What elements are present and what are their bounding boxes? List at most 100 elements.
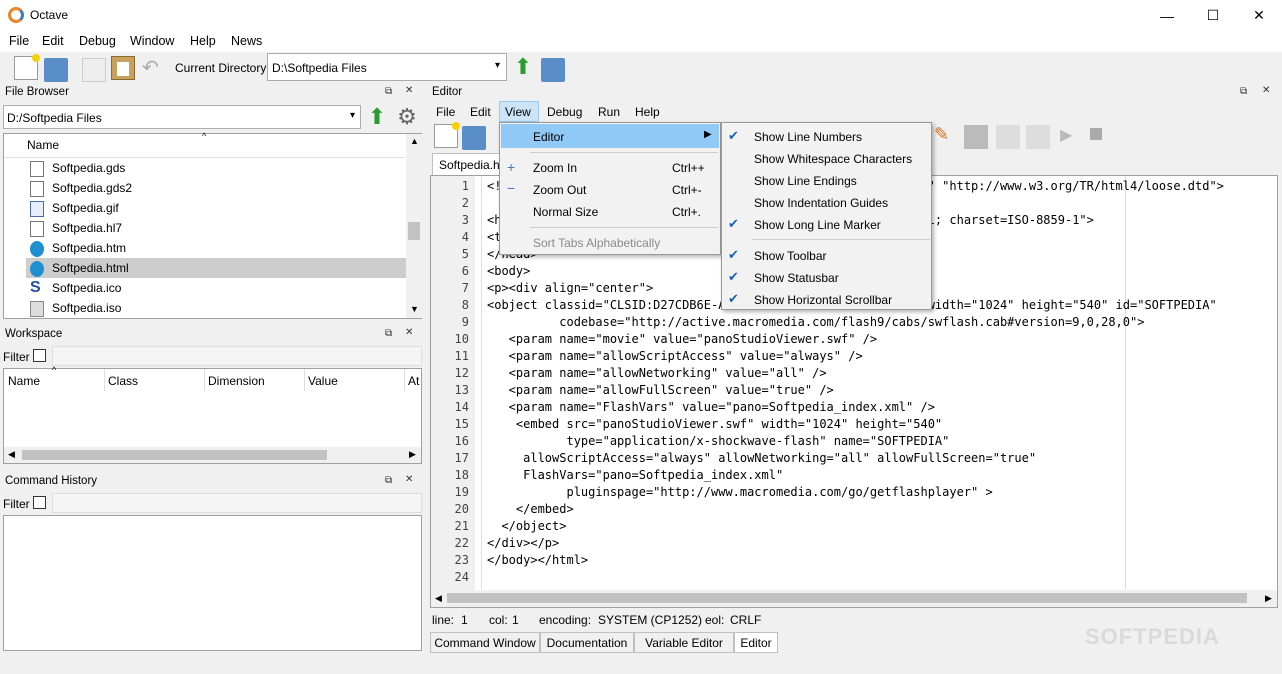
- check-icon: ✔: [728, 291, 739, 306]
- check-icon: ✔: [728, 269, 739, 284]
- editor-menu-help[interactable]: Help: [635, 105, 660, 119]
- line-number: 7: [461, 281, 469, 295]
- file-row[interactable]: Softpedia.htm: [26, 238, 408, 258]
- file-list-scrollbar[interactable]: ▲ ▼: [406, 134, 422, 318]
- editor-submenu-item[interactable]: Show Horizontal Scrollbar: [754, 293, 892, 307]
- workspace-filter-checkbox[interactable]: [33, 349, 46, 362]
- file-row[interactable]: Softpedia.html: [26, 258, 408, 278]
- ws-col-dimension[interactable]: Dimension: [208, 374, 265, 388]
- ws-col-value[interactable]: Value: [308, 374, 338, 388]
- line-number: 24: [454, 570, 469, 584]
- status-line-label: line:: [432, 613, 455, 627]
- file-row[interactable]: Softpedia.iso: [26, 298, 408, 318]
- clear-breakpoint-icon[interactable]: ✎: [934, 124, 958, 148]
- file-row[interactable]: Softpedia.gds: [26, 158, 408, 178]
- menu-debug[interactable]: Debug: [79, 34, 116, 48]
- code-line: <param name="allowNetworking" value="all…: [487, 366, 827, 380]
- stop-icon[interactable]: [1090, 128, 1102, 140]
- close-button[interactable]: ✕: [1236, 0, 1282, 31]
- file-name: Softpedia.html: [52, 261, 129, 275]
- ws-col-name[interactable]: Name: [8, 374, 40, 388]
- up-directory-icon[interactable]: ⬆: [511, 56, 535, 80]
- view-menu-editor[interactable]: Editor: [533, 130, 564, 144]
- step-icon[interactable]: [996, 125, 1020, 149]
- editor-menu-view[interactable]: View: [505, 105, 531, 119]
- editor-submenu-item[interactable]: Show Long Line Marker: [754, 218, 881, 232]
- edge-icon: [30, 261, 44, 277]
- minimize-button[interactable]: —: [1144, 0, 1190, 31]
- undock-icon[interactable]: ⧉: [1240, 86, 1247, 97]
- next-breakpoint-icon[interactable]: [964, 125, 988, 149]
- ws-col-class[interactable]: Class: [108, 374, 138, 388]
- menu-file[interactable]: File: [9, 34, 29, 48]
- editor-menu-run[interactable]: Run: [598, 105, 620, 119]
- undock-icon[interactable]: ⧉: [385, 475, 392, 486]
- editor-submenu-item[interactable]: Show Whitespace Characters: [754, 152, 912, 166]
- view-menu-zoom-in[interactable]: Zoom In: [533, 161, 577, 175]
- copy-icon[interactable]: [82, 58, 106, 82]
- ws-col-attr[interactable]: At: [408, 374, 419, 388]
- editor-menu-file[interactable]: File: [436, 105, 455, 119]
- code-line: </body></html>: [487, 553, 589, 567]
- undo-icon[interactable]: ↶: [142, 57, 166, 81]
- undock-icon[interactable]: ⧉: [385, 86, 392, 97]
- tab-command-window[interactable]: Command Window: [430, 632, 540, 653]
- view-menu-normal-size[interactable]: Normal Size: [533, 205, 598, 219]
- close-panel-icon[interactable]: ✕: [405, 85, 413, 96]
- file-name: Softpedia.htm: [52, 241, 127, 255]
- close-panel-icon[interactable]: ✕: [1262, 85, 1270, 96]
- menu-window[interactable]: Window: [130, 34, 174, 48]
- column-name[interactable]: Name: [27, 138, 59, 152]
- open-folder-icon[interactable]: [44, 58, 68, 82]
- line-number: 14: [454, 400, 469, 414]
- gear-icon[interactable]: ⚙: [395, 106, 419, 130]
- editor-hscrollbar[interactable]: ◀ ▶: [431, 590, 1277, 607]
- continue-icon[interactable]: ▶: [1060, 125, 1084, 149]
- step-out-icon[interactable]: [1026, 125, 1050, 149]
- undock-icon[interactable]: ⧉: [385, 328, 392, 339]
- editor-submenu-item[interactable]: Show Line Numbers: [754, 130, 862, 144]
- paste-icon[interactable]: [111, 56, 135, 80]
- browse-folder-icon[interactable]: [541, 58, 565, 82]
- editor-submenu: ✔ Show Line Numbers Show Whitespace Charac…: [721, 122, 932, 310]
- menu-edit[interactable]: Edit: [42, 34, 64, 48]
- file-browser-path-combo[interactable]: D:/Softpedia Files ▾: [3, 105, 361, 129]
- up-directory-icon[interactable]: ⬆: [365, 106, 389, 130]
- softpedia-icon: S: [30, 279, 41, 296]
- workspace-hscrollbar[interactable]: ◀ ▶: [4, 447, 421, 463]
- view-menu-zoom-out[interactable]: Zoom Out: [533, 183, 586, 197]
- view-menu-sort-tabs[interactable]: Sort Tabs Alphabetically: [533, 236, 660, 250]
- new-file-icon[interactable]: [434, 122, 460, 148]
- menu-news[interactable]: News: [231, 34, 262, 48]
- editor-submenu-item[interactable]: Show Indentation Guides: [754, 196, 888, 210]
- current-dir-combo[interactable]: D:\Softpedia Files ▾: [267, 53, 507, 81]
- new-file-icon[interactable]: [14, 54, 40, 80]
- editor-menu-debug[interactable]: Debug: [547, 105, 582, 119]
- file-icon: [30, 161, 44, 177]
- tab-editor[interactable]: Editor: [734, 632, 778, 653]
- editor-submenu-item[interactable]: Show Statusbar: [754, 271, 839, 285]
- command-history-list[interactable]: [3, 515, 422, 651]
- close-panel-icon[interactable]: ✕: [405, 474, 413, 485]
- line-number: 9: [461, 315, 469, 329]
- editor-file-tab[interactable]: Softpedia.ht: [432, 153, 503, 175]
- history-filter-input[interactable]: [52, 493, 422, 513]
- fold-margin: [481, 176, 482, 590]
- file-row[interactable]: Softpedia.gds2: [26, 178, 408, 198]
- editor-menu-edit[interactable]: Edit: [470, 105, 491, 119]
- check-icon: ✔: [728, 247, 739, 262]
- workspace-filter-input[interactable]: [52, 346, 422, 366]
- history-filter-checkbox[interactable]: [33, 496, 46, 509]
- open-folder-icon[interactable]: [462, 126, 486, 150]
- tab-documentation[interactable]: Documentation: [540, 632, 634, 653]
- maximize-button[interactable]: ☐: [1190, 0, 1236, 31]
- file-row[interactable]: S Softpedia.ico: [26, 278, 408, 298]
- tab-variable-editor[interactable]: Variable Editor: [634, 632, 734, 653]
- editor-submenu-item[interactable]: Show Line Endings: [754, 174, 857, 188]
- editor-submenu-item[interactable]: Show Toolbar: [754, 249, 827, 263]
- image-file-icon: [30, 201, 44, 217]
- close-panel-icon[interactable]: ✕: [405, 327, 413, 338]
- file-row[interactable]: Softpedia.hl7: [26, 218, 408, 238]
- menu-help[interactable]: Help: [190, 34, 216, 48]
- file-row[interactable]: Softpedia.gif: [26, 198, 408, 218]
